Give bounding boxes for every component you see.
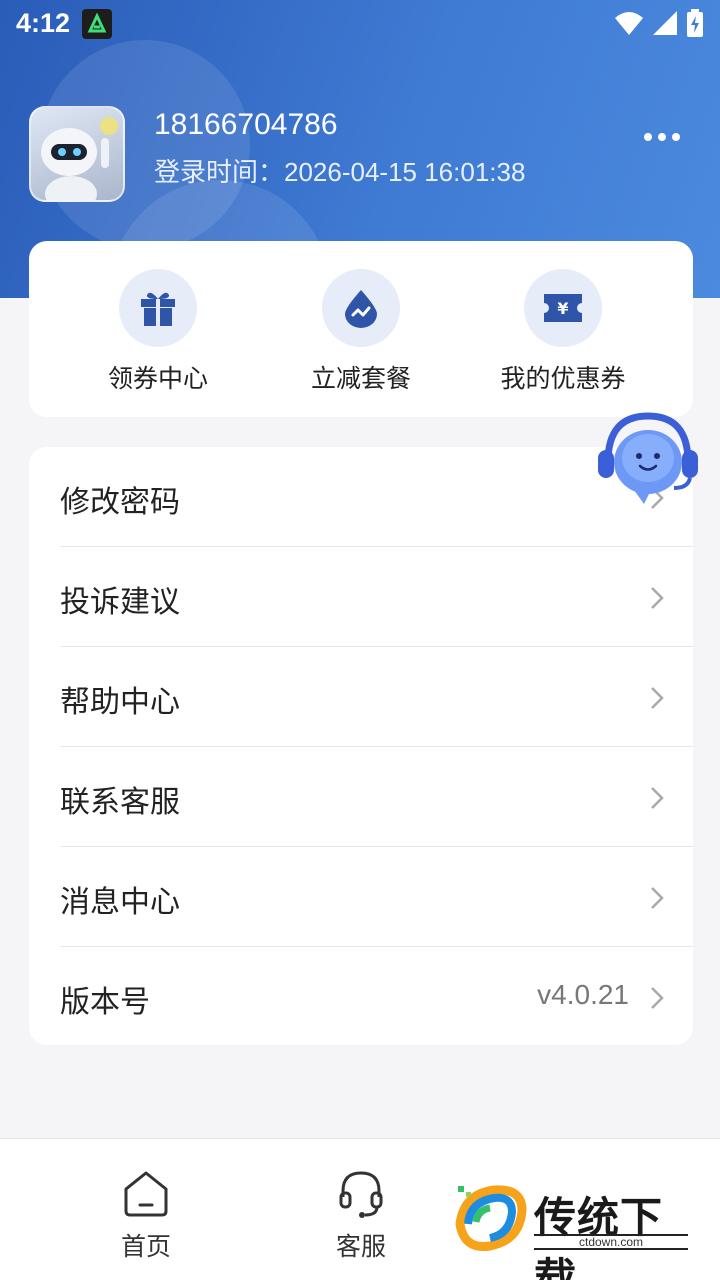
menu-item-contact-support[interactable]: 联系客服	[29, 747, 693, 847]
menu-item-label: 帮助中心	[60, 685, 180, 720]
chevron-right-icon	[651, 787, 664, 809]
menu-item-version[interactable]: 版本号 v4.0.21	[29, 947, 693, 1047]
chevron-right-icon	[651, 987, 664, 1009]
coupon-icon: ¥	[524, 269, 602, 347]
quick-action-label: 我的优惠券	[500, 364, 626, 393]
quick-actions-card: 领券中心 立减套餐 ¥ 我的优惠券	[29, 241, 693, 417]
version-value: v4.0.21	[537, 979, 629, 1010]
tab-label: 首页	[120, 1232, 171, 1261]
status-time: 4:12	[16, 8, 71, 38]
more-options-icon[interactable]	[640, 124, 684, 150]
home-icon	[124, 1171, 168, 1217]
watermark-url: ctdown.com	[534, 1234, 688, 1250]
quick-action-label: 领券中心	[107, 364, 208, 393]
quick-action-my-coupons[interactable]: ¥ 我的优惠券	[463, 269, 663, 395]
drop-icon	[322, 269, 400, 347]
signal-icon	[653, 11, 677, 35]
tab-label: 客服	[335, 1232, 386, 1261]
menu-item-label: 联系客服	[60, 785, 180, 820]
system-icons	[614, 9, 704, 37]
wifi-icon	[615, 12, 643, 35]
headset-icon	[339, 1171, 383, 1218]
menu-item-feedback[interactable]: 投诉建议	[29, 547, 693, 647]
support-bot-icon[interactable]	[594, 410, 702, 510]
gift-icon	[119, 269, 197, 347]
watermark-logo: 传统下载 ctdown.com	[450, 1180, 700, 1280]
notification-app-icon	[82, 9, 112, 39]
chevron-right-icon	[651, 587, 664, 609]
menu-item-label: 修改密码	[60, 485, 180, 520]
login-time: 登录时间：2026-04-15 16:01:38	[154, 157, 526, 187]
tab-customer-service[interactable]: 客服	[311, 1167, 411, 1263]
quick-action-coupon-center[interactable]: 领券中心	[58, 269, 258, 395]
watermark-logo-icon	[455, 1185, 527, 1252]
tab-home[interactable]: 首页	[96, 1167, 196, 1263]
chevron-right-icon	[651, 687, 664, 709]
settings-menu: 修改密码 投诉建议 帮助中心 联系客服 消息中心 版本号 v4.0.21	[29, 447, 693, 1045]
user-phone: 18166704786	[154, 108, 338, 141]
menu-item-label: 消息中心	[60, 885, 180, 920]
menu-item-help-center[interactable]: 帮助中心	[29, 647, 693, 747]
battery-icon	[687, 9, 703, 37]
chevron-right-icon	[651, 887, 664, 909]
svg-text:¥: ¥	[557, 299, 568, 318]
watermark-title: 传统下载	[534, 1193, 664, 1280]
robot-avatar-icon	[41, 117, 118, 200]
quick-action-discount-package[interactable]: 立减套餐	[261, 269, 461, 395]
menu-item-message-center[interactable]: 消息中心	[29, 847, 693, 947]
menu-item-label: 投诉建议	[60, 585, 180, 620]
status-bar: 4:12	[0, 0, 720, 48]
avatar[interactable]	[29, 106, 125, 202]
menu-item-label: 版本号	[60, 985, 150, 1020]
quick-action-label: 立减套餐	[310, 364, 411, 393]
